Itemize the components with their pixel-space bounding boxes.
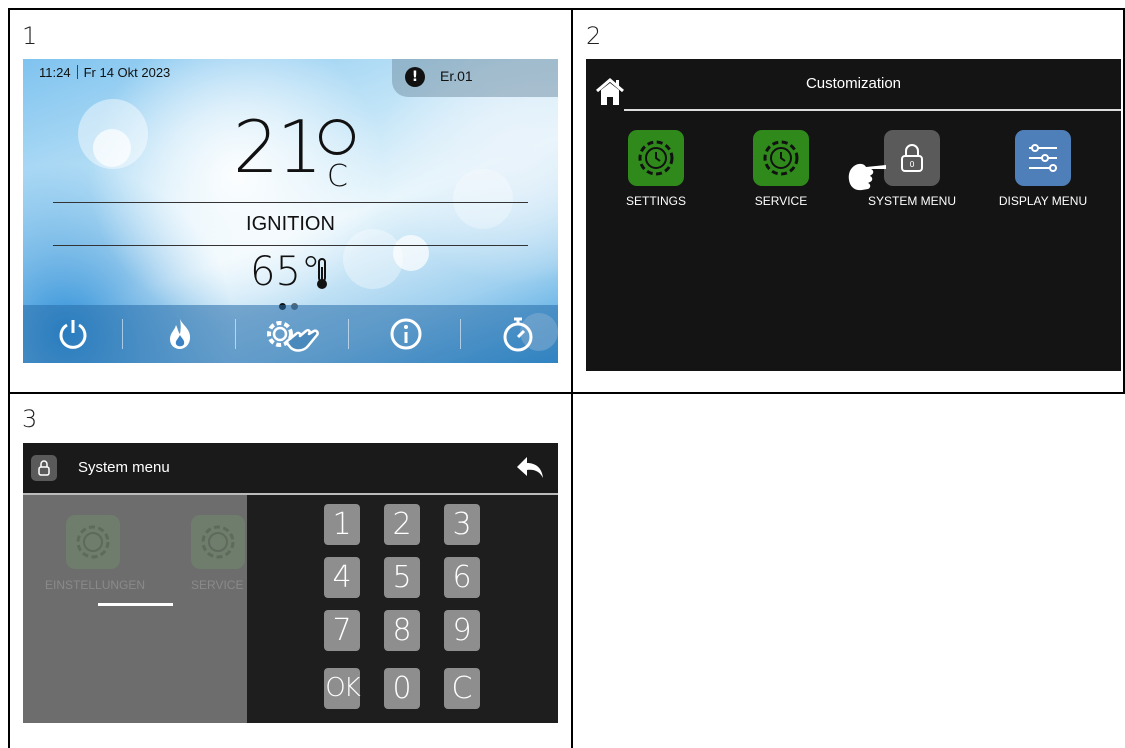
grid-horizontal-divider	[8, 8, 1125, 10]
system-menu-tile[interactable]: 0	[884, 130, 940, 186]
key-9[interactable]: 9	[444, 610, 480, 651]
unit-label: C	[327, 159, 348, 194]
display-menu-tile[interactable]	[1015, 130, 1071, 186]
header-bar: System menu	[23, 443, 558, 493]
gear-clock-icon	[76, 525, 110, 559]
key-8[interactable]: 8	[384, 610, 420, 651]
settings-button[interactable]	[243, 305, 343, 363]
system-menu-label: SYSTEM MENU	[867, 194, 956, 208]
key-ok[interactable]: OK	[324, 668, 361, 709]
power-icon	[59, 320, 87, 349]
nav-separator	[348, 319, 349, 349]
grid-vertical-divider	[571, 8, 573, 748]
key-5[interactable]: 5	[384, 557, 420, 598]
key-2[interactable]: 2	[384, 504, 420, 545]
key-0[interactable]: 0	[384, 668, 420, 709]
error-code: Er.01	[440, 68, 473, 84]
power-button[interactable]	[23, 305, 123, 363]
system-menu-screen: System menu EINSTELLUNGEN SERVICE 1 2 3 …	[23, 443, 558, 723]
date: Fr 14 Okt 2023	[83, 65, 171, 80]
info-button[interactable]	[356, 305, 456, 363]
key-clear[interactable]: C	[444, 668, 480, 709]
timer-button[interactable]	[468, 305, 558, 363]
grid-vertical-divider	[8, 8, 10, 748]
display-menu-label: DISPLAY MENU	[998, 194, 1088, 208]
gear-touch-icon	[267, 321, 319, 352]
settings-tile[interactable]	[628, 130, 684, 186]
divider	[53, 202, 528, 203]
room-temperature: 21	[233, 105, 323, 189]
screen-title: System menu	[78, 459, 170, 476]
gear-clock-icon	[201, 525, 235, 559]
info-icon	[390, 318, 422, 350]
panel-number: 3	[22, 405, 38, 433]
screen-title: Customization	[805, 75, 902, 92]
error-badge[interactable]: ! Er.01	[392, 59, 558, 97]
divider	[53, 245, 528, 246]
nav-separator	[460, 319, 461, 349]
lock-icon: 0	[901, 144, 923, 172]
nav-separator	[235, 319, 236, 349]
key-7[interactable]: 7	[324, 610, 360, 651]
exclamation-icon: !	[405, 67, 425, 87]
gear-clock-icon	[763, 140, 799, 176]
key-3[interactable]: 3	[444, 504, 480, 545]
timer-icon	[503, 317, 533, 352]
flame-icon	[170, 319, 191, 349]
key-4[interactable]: 4	[324, 557, 360, 598]
sliders-icon	[1029, 144, 1057, 172]
nav-separator	[122, 319, 123, 349]
status-text: IGNITION	[246, 213, 335, 235]
back-arrow-icon[interactable]	[515, 455, 545, 481]
service-label: SERVICE	[754, 194, 808, 208]
service-tile[interactable]	[753, 130, 809, 186]
customization-screen: Customization SETTINGS SERVICE 0 SYSTEM …	[586, 59, 1121, 371]
bokeh-decoration	[343, 229, 403, 289]
settings-tile-ghost	[66, 515, 120, 569]
bottom-nav-bar	[23, 305, 558, 363]
panel-number: 2	[586, 22, 602, 50]
dimmed-background: EINSTELLUNGEN SERVICE	[23, 495, 247, 723]
service-ghost-label: SERVICE	[191, 578, 244, 592]
settings-ghost-label: EINSTELLUNGEN	[45, 578, 146, 592]
degree-ring-icon	[319, 119, 355, 155]
header-divider	[624, 109, 1121, 111]
gear-clock-icon	[638, 140, 674, 176]
settings-label: SETTINGS	[625, 194, 686, 208]
clock-time: 11:24	[39, 65, 71, 80]
grid-horizontal-divider	[8, 392, 1125, 394]
key-6[interactable]: 6	[444, 557, 480, 598]
panel-number: 1	[22, 22, 38, 50]
water-temperature: 65°	[250, 249, 321, 295]
service-tile-ghost	[191, 515, 245, 569]
thermometer-icon	[317, 258, 327, 289]
svg-text:0: 0	[909, 160, 914, 169]
input-underline	[98, 603, 173, 606]
lock-icon	[31, 455, 57, 481]
bokeh-decoration	[93, 129, 131, 167]
datetime: 11:24 Fr 14 Okt 2023	[39, 65, 170, 80]
key-1[interactable]: 1	[324, 504, 360, 545]
water-temp-value: 65°	[250, 249, 321, 295]
flame-button[interactable]	[130, 305, 230, 363]
pointing-hand-icon	[848, 163, 886, 191]
home-screen: 11:24 Fr 14 Okt 2023 ! Er.01 21 C IGNITIO…	[23, 59, 558, 363]
